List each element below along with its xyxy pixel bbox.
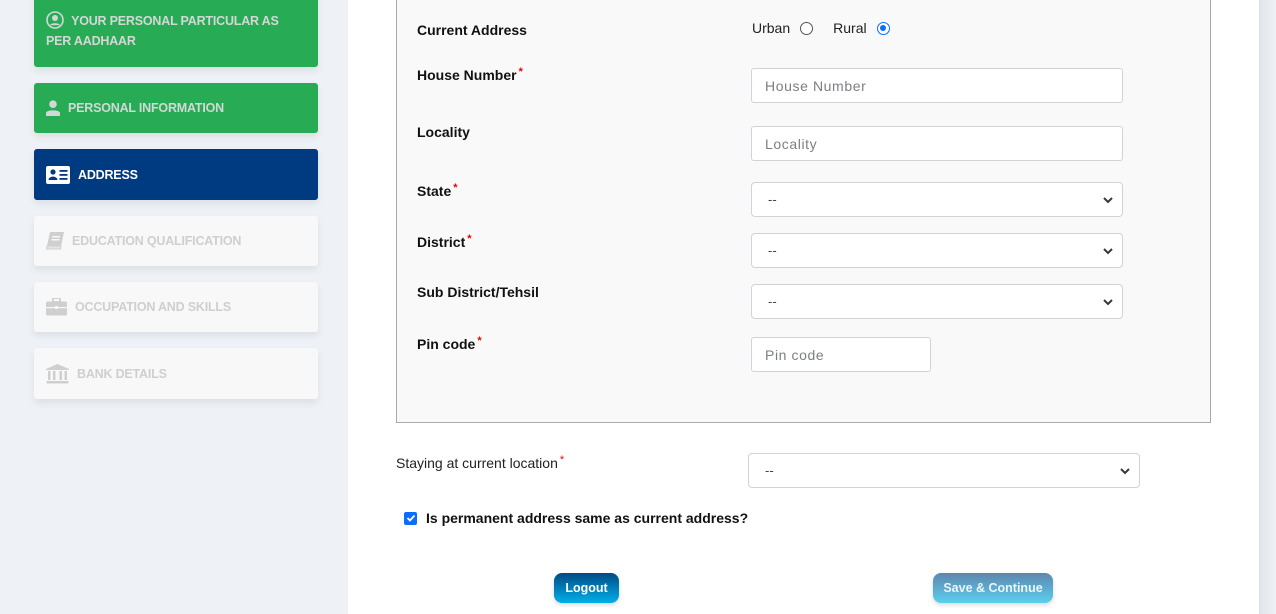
permanent-same-row: Is permanent address same as current add… [404, 510, 748, 526]
locality-label: Locality [417, 124, 470, 140]
permanent-same-label: Is permanent address same as current add… [426, 510, 749, 526]
staying-value: -- [765, 463, 774, 478]
address-type-radio-group: Urban Rural [752, 20, 890, 36]
rural-label: Rural [833, 20, 867, 36]
step-address[interactable]: ADDRESS [34, 149, 318, 200]
address-card-icon [46, 165, 70, 184]
user-circle-icon [46, 11, 64, 29]
sub-district-value: -- [768, 294, 777, 309]
chevron-down-icon [1103, 298, 1113, 305]
check-icon [406, 514, 415, 522]
user-icon [46, 100, 60, 116]
locality-input[interactable] [751, 126, 1123, 161]
chevron-down-icon [1103, 196, 1113, 203]
district-value: -- [768, 243, 777, 258]
chevron-down-icon [1103, 247, 1113, 254]
house-number-input[interactable] [751, 68, 1123, 103]
step-label: EDUCATION QUALIFICATION [72, 234, 242, 248]
page-edge [1259, 0, 1276, 614]
district-select[interactable]: -- [751, 233, 1123, 268]
pin-code-input[interactable] [751, 337, 931, 372]
chevron-down-icon [1120, 467, 1130, 474]
bank-icon [46, 363, 69, 384]
form-card: Current Address Urban Rural House Number… [348, 0, 1259, 614]
staying-select[interactable]: -- [748, 453, 1140, 488]
district-label: District * [417, 233, 472, 250]
urban-label: Urban [752, 20, 791, 36]
save-continue-button[interactable]: Save & Continue [933, 573, 1053, 603]
briefcase-icon [46, 298, 67, 316]
state-select[interactable]: -- [751, 182, 1123, 217]
sub-district-label: Sub District/Tehsil [417, 284, 539, 300]
step-aadhaar-particulars[interactable]: YOUR PERSONAL PARTICULAR AS PER AADHAAR [34, 0, 318, 67]
sub-district-select[interactable]: -- [751, 284, 1123, 319]
step-education-qualification[interactable]: EDUCATION QUALIFICATION [34, 216, 318, 266]
step-label: ADDRESS [78, 167, 138, 182]
step-bank-details[interactable]: BANK DETAILS [34, 348, 318, 399]
logout-button[interactable]: Logout [554, 573, 619, 603]
book-icon [46, 232, 64, 250]
rural-radio[interactable] [876, 21, 890, 35]
step-label: BANK DETAILS [77, 366, 167, 381]
step-label: YOUR PERSONAL PARTICULAR AS PER AADHAAR [46, 14, 279, 48]
house-number-label: House Number * [417, 66, 523, 83]
state-label: State * [417, 182, 458, 199]
step-label: PERSONAL INFORMATION [68, 101, 224, 115]
step-personal-information[interactable]: PERSONAL INFORMATION [34, 83, 318, 133]
pin-code-label: Pin code * [417, 335, 482, 352]
step-label: OCCUPATION AND SKILLS [75, 300, 231, 314]
current-address-fieldset: Current Address Urban Rural House Number… [396, 0, 1211, 423]
step-occupation-skills[interactable]: OCCUPATION AND SKILLS [34, 282, 318, 332]
state-value: -- [768, 192, 777, 207]
staying-label: Staying at current location * [396, 454, 565, 471]
urban-radio[interactable] [800, 21, 814, 35]
permanent-same-checkbox[interactable] [404, 511, 417, 525]
current-address-label: Current Address [417, 22, 527, 38]
